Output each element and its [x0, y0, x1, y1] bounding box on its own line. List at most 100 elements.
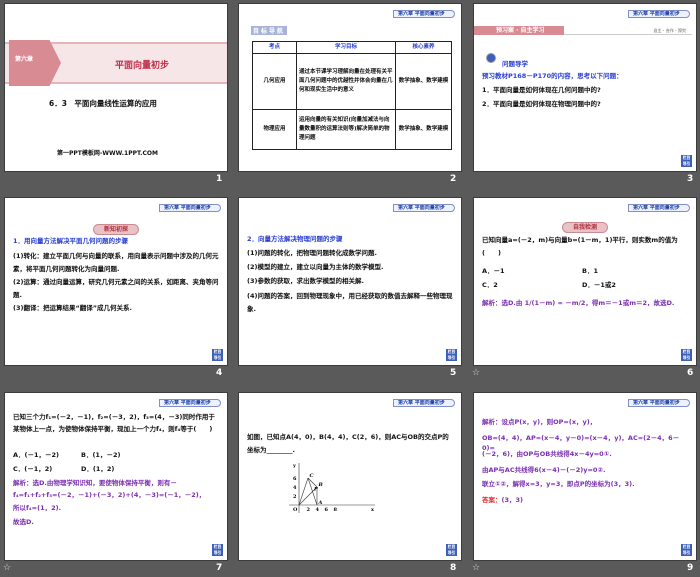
nav-guide-button[interactable]: 栏目导引 — [446, 544, 457, 556]
chapter-tag: 第六章 平面向量初步 — [628, 10, 690, 18]
solution-text: 由AP与AC共线得6(x－4)－(－2)y=0②. — [482, 466, 606, 474]
slide-footer: 第一PPT模板网-WWW.1PPT.COM — [57, 150, 158, 157]
body-text: (2)模型的建立，建立以向量为主体的数学模型. — [247, 263, 384, 271]
option: A．(－1，－2) — [13, 451, 60, 459]
x-tick-label: 6 — [325, 507, 329, 513]
body-text: (3)参数的获取，求出数学模型的相关解. — [247, 277, 364, 285]
x-tick-label: 8 — [334, 507, 338, 513]
point-label-P: P — [313, 487, 318, 493]
star-icon[interactable]: ☆ — [472, 563, 480, 573]
nav-guide-button[interactable]: 栏目导引 — [681, 544, 692, 556]
solution-text: 解析：选D.由物理学知识知，要使物体保持平衡，则有－f₄=f₁+f₂+f₃=(－… — [13, 479, 206, 499]
slide-thumbnail-6[interactable]: 第六章 平面向量初步 自我检测 已知向量a=(－2，m)与向量b=(1－m，1)… — [473, 197, 697, 366]
chapter-tag: 第六章 平面向量初步 — [393, 399, 455, 407]
x-tick-label: 4 — [316, 507, 320, 513]
slide-thumbnail-7[interactable]: 第六章 平面向量初步 已知三个力f₁=(－2，－1)，f₂=(－3，2)，f₃=… — [4, 392, 228, 561]
banner-rule — [564, 34, 692, 35]
section-pill: 新知初探 — [92, 224, 140, 235]
slide-thumbnail-5[interactable]: 第六章 平面向量初步 2．向量方法解决物理问题的步骤 (1)问题的转化，把物理问… — [238, 197, 462, 366]
origin-label: O — [293, 507, 298, 513]
body-text: (1)转化：建立平面几何与向量的联系，用向量表示问题中涉及的几何元素，将平面几何… — [13, 252, 219, 273]
y-tick-label: 4 — [293, 485, 297, 491]
chapter-tag: 第六章 平面向量初步 — [159, 399, 221, 407]
option: C．2 — [482, 281, 498, 289]
chapter-tag: 第六章 平面向量初步 — [393, 10, 455, 18]
solution-text: 所以f₄=(1，2). — [13, 504, 62, 512]
question-item: 1．平面向量是如何体现在几何问题中的? — [482, 86, 601, 94]
solution-text: (－2，6)，由OP与OB共线得4x－4y=0①. — [482, 450, 612, 458]
answer: 答案：(3，3) — [482, 496, 523, 504]
nav-guide-button[interactable]: 栏目导引 — [681, 349, 692, 361]
slide-number: 9 — [687, 563, 694, 573]
body-text: (3)翻译：把运算结果“翻译”成几何关系. — [13, 304, 132, 312]
chapter-tag: 第六章 平面向量初步 — [159, 204, 221, 212]
nav-guide-button[interactable]: 栏目导引 — [446, 349, 457, 361]
y-tick-label: 6 — [293, 476, 297, 482]
table-header: 学习目标 — [296, 41, 396, 54]
solution-text: 故选D. — [13, 518, 34, 526]
y-axis-label: y — [292, 463, 297, 469]
section-banner: 预习案 · 自主学习 — [474, 26, 564, 35]
table-row: 几何应用 通过本节课学习理解向量在处理有关平面几何问题中的优越性并体会向量在几何和… — [252, 53, 452, 110]
intro-text: 预习教材P168－P170的内容，思考以下问题： — [482, 72, 623, 80]
question-text: 如图，已知点A(4，0)，B(4，4)，C(2，6)，则AC与OB的交点P的坐标… — [247, 433, 449, 454]
slide-number: 1 — [216, 174, 223, 184]
point-label-C: C — [310, 473, 314, 479]
segment-OC — [298, 477, 309, 506]
slide-number: 3 — [687, 174, 694, 184]
table-row: 物理应用 运用向量的有关知识(向量加减法与向量数量积的运算法则等)解决简单的物理问… — [252, 109, 452, 150]
slide-subtitle: 6．3 平面向量线性运算的应用 — [49, 99, 157, 108]
slide-thumbnail-3[interactable]: 第六章 平面向量初步 预习案 · 自主学习 自主 · 合作 · 探究 问题导学 … — [473, 3, 697, 172]
section-heading: 1．用向量方法解决平面几何问题的步骤 — [13, 237, 129, 245]
slide-number: 2 — [450, 174, 457, 184]
option: B．1 — [582, 267, 598, 275]
coordinate-figure: 2 4 6 8246xyOABCP — [289, 463, 375, 513]
chapter-tag: 第六章 平面向量初步 — [628, 204, 690, 212]
nav-guide-button[interactable]: 栏目导引 — [212, 349, 223, 361]
body-text: (4)问题的答案，回到物理现象中，用已经获取的数值去解释一些物理现象. — [247, 292, 453, 313]
y-tick-label: 2 — [293, 494, 297, 500]
section-heading: 2．向量方法解决物理问题的步骤 — [247, 235, 343, 243]
smiley-icon — [486, 53, 496, 63]
section-pill: 自我检测 — [561, 222, 609, 233]
question-item: 2．平面向量是如何体现在物理问题中的? — [482, 100, 601, 108]
star-icon[interactable]: ☆ — [3, 563, 11, 573]
slide-number: 4 — [216, 368, 223, 378]
solution-text: 解析：设点P(x，y)，则OP=(x，y)， — [482, 418, 597, 426]
table-header: 考点 — [252, 41, 297, 54]
question-text: 已知向量a=(－2，m)与向量b=(1－m，1)平行，则实数m的值为( ) — [482, 236, 678, 257]
section-label: 目标导航 — [251, 26, 288, 35]
slide-thumbnail-8[interactable]: 第六章 平面向量初步 如图，已知点A(4，0)，B(4，4)，C(2，6)，则A… — [238, 392, 462, 561]
solution-text: 解析：选D.由 1/(1－m) = －m/2，得m＝－1或m＝2，故选D. — [482, 299, 675, 307]
slide-number: 8 — [450, 563, 457, 573]
star-icon[interactable]: ☆ — [472, 368, 480, 378]
option: C．(－1，2) — [13, 465, 53, 473]
option: D．－1或2 — [582, 281, 616, 289]
nav-guide-button[interactable]: 栏目导引 — [212, 544, 223, 556]
option: B．(1，－2) — [81, 451, 121, 459]
body-text: (1)问题的转化，把物理问题转化成数学问题. — [247, 249, 377, 257]
x-axis-label: x — [371, 507, 375, 513]
slide-number: 7 — [216, 563, 223, 573]
slide-thumbnail-2[interactable]: 第六章 平面向量初步 目标导航 考点 学习目标 核心素养 几何应用 通过本节课学习理解… — [238, 3, 462, 172]
slide-thumbnail-1[interactable]: 第六章 平面向量初步 6．3 平面向量线性运算的应用 第一PPT模板网-WWW.… — [4, 3, 228, 172]
x-tick-label: 2 — [307, 507, 311, 513]
slide-thumbnail-9[interactable]: 第六章 平面向量初步 解析：设点P(x，y)，则OP=(x，y)， OB=(4，… — [473, 392, 697, 561]
table-header: 核心素养 — [395, 41, 452, 54]
banner-right: 自主 · 合作 · 探究 — [653, 28, 686, 33]
solution-text: 联立①②，解得x=3，y=3，即点P的坐标为(3，3). — [482, 480, 635, 488]
slide-number: 5 — [450, 368, 457, 378]
body-text: (2)运算：通过向量运算，研究几何元素之间的关系，如距离、夹角等问题. — [13, 278, 219, 299]
slide-number: 6 — [687, 368, 694, 378]
slide-thumbnail-4[interactable]: 第六章 平面向量初步 新知初探 1．用向量方法解决平面几何问题的步骤 (1)转化… — [4, 197, 228, 366]
chapter-tag: 第六章 平面向量初步 — [628, 399, 690, 407]
point-label-B: B — [318, 482, 323, 488]
nav-guide-button[interactable]: 栏目导引 — [681, 155, 692, 167]
objectives-table: 考点 学习目标 核心素养 几何应用 通过本节课学习理解向量在处理有关平面几何问题中的优… — [252, 41, 452, 150]
question-text: 已知三个力f₁=(－2，－1)，f₂=(－3，2)，f₃=(4，－3)同时作用于… — [13, 413, 215, 433]
option: D．(1，2) — [81, 465, 115, 473]
section-heading: 问题导学 — [502, 60, 528, 68]
chapter-tag: 第六章 平面向量初步 — [393, 204, 455, 212]
option: A．－1 — [482, 267, 505, 275]
slide-title: 平面向量初步 — [115, 61, 170, 71]
